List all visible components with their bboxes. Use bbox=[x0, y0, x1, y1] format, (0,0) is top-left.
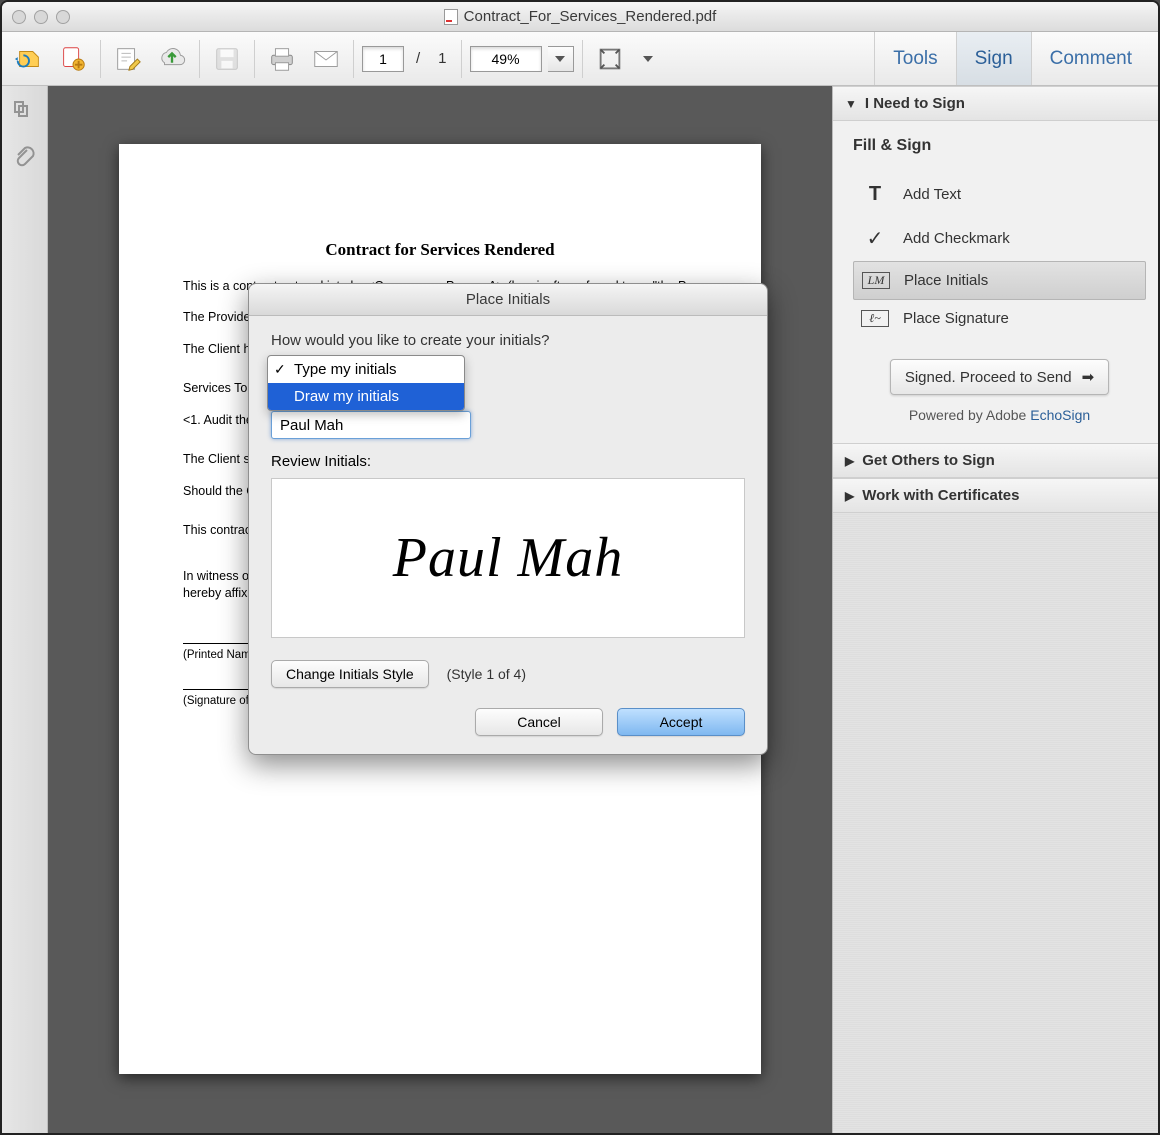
toolbar-separator bbox=[582, 40, 583, 78]
dropdown-menu: ✓ Type my initials Draw my initials bbox=[267, 355, 465, 411]
thumbnails-icon[interactable] bbox=[13, 100, 37, 124]
dialog-title: Place Initials bbox=[249, 284, 767, 316]
convert-pdf-button[interactable] bbox=[10, 40, 48, 78]
document-heading: Contract for Services Rendered bbox=[183, 238, 697, 262]
section-certificates[interactable]: ▶ Work with Certificates bbox=[833, 478, 1158, 513]
attachments-icon[interactable] bbox=[13, 146, 37, 170]
tab-comment[interactable]: Comment bbox=[1031, 32, 1150, 85]
place-initials-dialog: Place Initials How would you like to cre… bbox=[248, 283, 768, 755]
tab-tools[interactable]: Tools bbox=[874, 32, 955, 85]
pdf-file-icon bbox=[444, 9, 458, 25]
edit-button[interactable] bbox=[109, 40, 147, 78]
main-toolbar: / 1 Tools Sign Comment bbox=[2, 32, 1158, 86]
save-button[interactable] bbox=[208, 40, 246, 78]
toolbar-separator bbox=[100, 40, 101, 78]
zoom-input[interactable] bbox=[470, 46, 542, 72]
triangle-right-icon: ▶ bbox=[845, 454, 854, 468]
sign-panel: ▼ I Need to Sign Fill & Sign T Add Text … bbox=[832, 86, 1158, 1133]
review-label: Review Initials: bbox=[271, 453, 745, 470]
titlebar: Contract_For_Services_Rendered.pdf bbox=[2, 2, 1158, 32]
page-total: 1 bbox=[438, 50, 446, 67]
window-title: Contract_For_Services_Rendered.pdf bbox=[2, 8, 1158, 25]
text-icon: T bbox=[861, 183, 889, 206]
triangle-down-icon: ▼ bbox=[845, 97, 857, 111]
checkmark-icon: ✓ bbox=[861, 226, 889, 251]
print-button[interactable] bbox=[263, 40, 301, 78]
chevron-down-icon bbox=[643, 56, 653, 62]
preview-signature-text: Paul Mah bbox=[393, 526, 623, 590]
signature-icon: ℓ~ bbox=[861, 310, 889, 327]
initials-preview: Paul Mah bbox=[271, 478, 745, 638]
check-icon: ✓ bbox=[274, 361, 286, 378]
add-text-item[interactable]: T Add Text bbox=[853, 173, 1146, 216]
fill-sign-body: Fill & Sign T Add Text ✓ Add Checkmark L… bbox=[833, 121, 1158, 443]
powered-by-label: Powered by Adobe EchoSign bbox=[853, 407, 1146, 423]
initials-name-input[interactable] bbox=[271, 411, 471, 439]
tab-sign[interactable]: Sign bbox=[956, 32, 1031, 85]
initials-icon: LM bbox=[862, 272, 890, 289]
style-count-label: (Style 1 of 4) bbox=[447, 666, 526, 682]
toolbar-separator bbox=[353, 40, 354, 78]
chevron-down-icon bbox=[555, 56, 565, 62]
triangle-right-icon: ▶ bbox=[845, 489, 854, 503]
fit-page-button[interactable] bbox=[591, 40, 629, 78]
add-checkmark-item[interactable]: ✓ Add Checkmark bbox=[853, 216, 1146, 261]
upload-button[interactable] bbox=[153, 40, 191, 78]
change-style-button[interactable]: Change Initials Style bbox=[271, 660, 429, 688]
dialog-prompt: How would you like to create your initia… bbox=[271, 332, 745, 349]
accept-button[interactable]: Accept bbox=[617, 708, 745, 736]
option-draw-initials[interactable]: Draw my initials bbox=[268, 383, 464, 410]
section-i-need-to-sign[interactable]: ▼ I Need to Sign bbox=[833, 86, 1158, 121]
page-number-input[interactable] bbox=[362, 46, 404, 72]
section-get-others[interactable]: ▶ Get Others to Sign bbox=[833, 443, 1158, 478]
fill-sign-heading: Fill & Sign bbox=[853, 137, 1146, 155]
option-type-initials[interactable]: ✓ Type my initials bbox=[268, 356, 464, 383]
left-sidebar bbox=[2, 86, 48, 1133]
right-tabs: Tools Sign Comment bbox=[874, 32, 1150, 85]
zoom-dropdown-button[interactable] bbox=[548, 46, 574, 72]
panel-empty-area bbox=[833, 513, 1158, 1133]
create-pdf-button[interactable] bbox=[54, 40, 92, 78]
page-separator: / bbox=[416, 50, 420, 67]
arrow-right-icon: ➡ bbox=[1082, 368, 1095, 386]
email-button[interactable] bbox=[307, 40, 345, 78]
cancel-button[interactable]: Cancel bbox=[475, 708, 603, 736]
echosign-link[interactable]: EchoSign bbox=[1030, 407, 1090, 423]
place-signature-item[interactable]: ℓ~ Place Signature bbox=[853, 300, 1146, 337]
proceed-to-send-button[interactable]: Signed. Proceed to Send ➡ bbox=[890, 359, 1109, 395]
place-initials-item[interactable]: LM Place Initials bbox=[853, 261, 1146, 300]
toolbar-separator bbox=[461, 40, 462, 78]
toolbar-separator bbox=[254, 40, 255, 78]
view-menu-button[interactable] bbox=[635, 46, 661, 72]
toolbar-separator bbox=[199, 40, 200, 78]
